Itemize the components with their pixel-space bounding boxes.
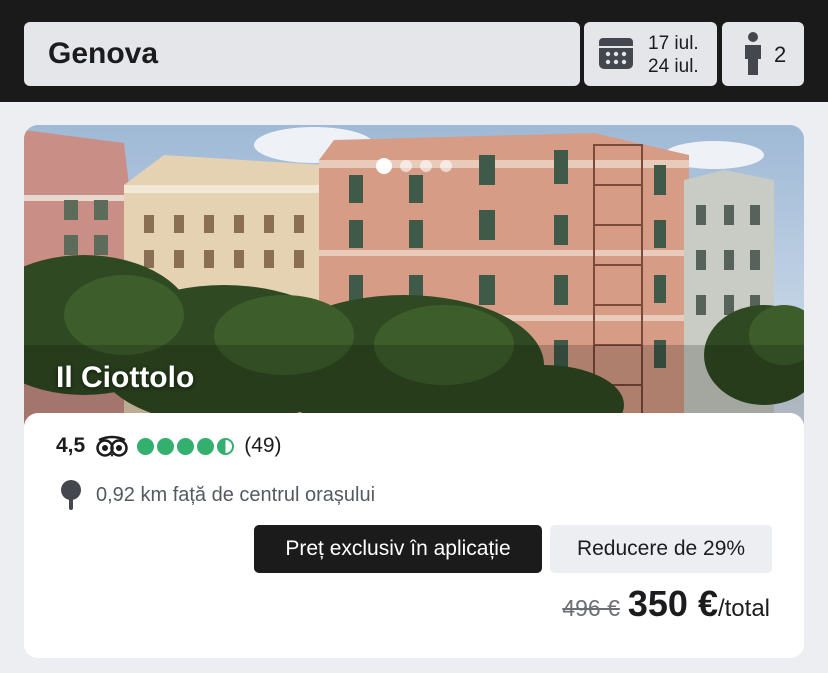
date-range: 17 iul. 24 iul.: [648, 32, 699, 78]
hotel-details: 4,5 (49) 0,92 km față de centrul orașulu…: [24, 413, 804, 658]
calendar-icon: [599, 38, 633, 69]
rating-bubble-full: [137, 437, 155, 455]
checkout-date: 24 iul.: [648, 56, 699, 77]
discount-badge: Reducere de 29%: [550, 525, 772, 573]
top-search-bar: Genova 17 iul. 24 iul. 2: [0, 0, 828, 102]
location-pin-icon: [61, 480, 81, 510]
hotel-photo-carousel[interactable]: Il Ciottolo: [24, 125, 804, 425]
carousel-indicator[interactable]: [376, 158, 452, 174]
hotel-card[interactable]: Il Ciottolo 4,5 (49) 0,92 km față de cen…: [24, 125, 804, 658]
rating-row: 4,5 (49): [56, 433, 282, 459]
review-count[interactable]: (49): [244, 434, 281, 458]
checkin-date: 17 iul.: [648, 33, 699, 54]
guest-count: 2: [774, 42, 787, 67]
rating-bubble-full: [177, 437, 195, 455]
app-exclusive-price-badge: Preț exclusiv în aplicație: [254, 525, 542, 573]
destination-text: Genova: [48, 37, 159, 70]
destination-search-field[interactable]: Genova: [24, 22, 580, 86]
hotel-name: Il Ciottolo: [56, 361, 195, 394]
price-row: 496 € 350 € /total: [562, 583, 770, 625]
price-unit: /total: [717, 595, 770, 622]
distance-text: 0,92 km față de centrul orașului: [96, 483, 376, 506]
rating-bubbles: [137, 437, 235, 455]
tripadvisor-owl-icon: [96, 435, 128, 457]
original-price: 496 €: [562, 595, 620, 621]
distance-row: 0,92 km față de centrul orașului: [60, 480, 375, 510]
current-price: 350 €: [627, 583, 718, 624]
person-icon: [745, 32, 761, 75]
rating-bubble-full: [197, 437, 215, 455]
rating-bubble-half: [217, 437, 235, 455]
carousel-dot-active[interactable]: [376, 158, 392, 174]
rating-bubble-full: [157, 437, 175, 455]
date-picker-button[interactable]: 17 iul. 24 iul.: [584, 22, 717, 86]
rating-score: 4,5: [56, 434, 86, 457]
carousel-dot[interactable]: [400, 160, 412, 172]
carousel-dot[interactable]: [420, 160, 432, 172]
carousel-dot[interactable]: [440, 160, 452, 172]
guests-button[interactable]: 2: [722, 22, 804, 86]
